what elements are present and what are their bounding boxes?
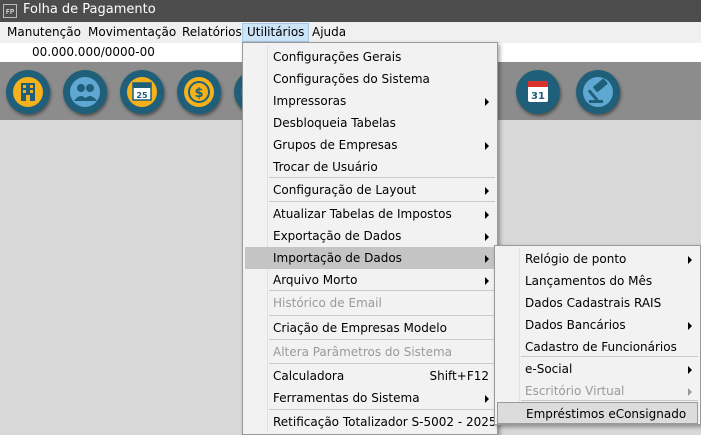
utilitarios-item-label: Exportação de Dados	[273, 229, 402, 243]
chevron-right-icon	[688, 322, 692, 330]
dollar-coin-icon[interactable]: $	[177, 70, 221, 114]
utilitarios-item-label: Configurações Gerais	[273, 50, 402, 64]
utilitarios-item-trocar-de-usuario[interactable]: Trocar de Usuário	[245, 156, 495, 178]
chevron-right-icon	[688, 366, 692, 374]
building-icon[interactable]	[6, 70, 50, 114]
importacao-item-lancamentos-do-mes[interactable]: Lançamentos do Mês	[497, 270, 698, 292]
svg-text:$: $	[194, 86, 203, 101]
menu-ajuda[interactable]: Ajuda	[312, 25, 346, 39]
importacao-item-label: Escritório Virtual	[525, 384, 625, 398]
svg-text:25: 25	[136, 91, 148, 100]
importacao-item-relogio-de-ponto[interactable]: Relógio de ponto	[497, 248, 698, 270]
chevron-right-icon	[485, 233, 489, 241]
importacao-item-label: Empréstimos eConsignado	[526, 407, 687, 421]
utilitarios-item-arquivo-morto[interactable]: Arquivo Morto	[245, 269, 495, 291]
chevron-right-icon	[485, 98, 489, 106]
utilitarios-item-label: Desbloqueia Tabelas	[273, 116, 396, 130]
company-code: 00.000.000/0000-00	[32, 45, 155, 59]
menu-separator	[269, 177, 495, 178]
utilitarios-item-label: Impressoras	[273, 94, 347, 108]
utilitarios-item-label: Importação de Dados	[273, 251, 402, 265]
utilitarios-item-desbloqueia-tabelas[interactable]: Desbloqueia Tabelas	[245, 112, 495, 134]
title-bar: FP Folha de Pagamento	[0, 0, 701, 22]
utilitarios-item-historico-de-email: Histórico de Email	[245, 292, 495, 314]
utilitarios-item-atualizar-tabelas-de-impostos[interactable]: Atualizar Tabelas de Impostos	[245, 203, 495, 225]
importacao-item-label: e-Social	[525, 362, 573, 376]
importacao-item-label: Lançamentos do Mês	[525, 274, 653, 288]
utilitarios-item-importacao-de-dados[interactable]: Importação de Dados	[245, 247, 495, 269]
utilitarios-item-configuracoes-gerais[interactable]: Configurações Gerais	[245, 46, 495, 68]
menu-separator	[269, 409, 495, 410]
menu-separator	[269, 201, 495, 202]
menu-relatorios[interactable]: Relatórios	[182, 25, 242, 39]
chevron-right-icon	[485, 395, 489, 403]
utilitarios-item-criacao-de-empresas-modelo[interactable]: Criação de Empresas Modelo	[245, 317, 495, 339]
utilitarios-item-label: Retificação Totalizador S-5002 - 2025	[273, 415, 497, 429]
importacao-item-dados-bancarios[interactable]: Dados Bancários	[497, 314, 698, 336]
chevron-right-icon	[485, 277, 489, 285]
importacao-item-emprestimos-econsignado[interactable]: Empréstimos eConsignado	[497, 402, 698, 424]
utilitarios-item-label: Arquivo Morto	[273, 273, 358, 287]
utilitarios-item-calculadora[interactable]: Calculadora Shift+F12	[245, 365, 495, 387]
menu-movimentacao[interactable]: Movimentação	[88, 25, 176, 39]
utilitarios-item-configuracoes-do-sistema[interactable]: Configurações do Sistema	[245, 68, 495, 90]
utilitarios-item-label: Altera Parâmetros do Sistema	[273, 345, 453, 359]
importacao-item-dados-cadastrais-rais[interactable]: Dados Cadastrais RAIS	[497, 292, 698, 314]
menu-bar: Manutenção Movimentação Relatórios Utili…	[0, 22, 701, 43]
importacao-item-label: Relógio de ponto	[525, 252, 627, 266]
chevron-right-icon	[485, 211, 489, 219]
chevron-right-icon	[485, 142, 489, 150]
utilitarios-item-exportacao-de-dados[interactable]: Exportação de Dados	[245, 225, 495, 247]
menu-separator	[521, 356, 698, 357]
menu-separator	[521, 400, 698, 401]
importacao-item-label: Dados Cadastrais RAIS	[525, 296, 662, 310]
importacao-submenu: Relógio de ponto Lançamentos do Mês Dados …	[494, 245, 701, 425]
importacao-item-escritorio-virtual: Escritório Virtual	[497, 380, 698, 402]
svg-text:31: 31	[531, 91, 545, 102]
chevron-right-icon	[688, 388, 692, 396]
chevron-right-icon	[485, 187, 489, 195]
menu-separator	[269, 315, 495, 316]
app-icon: FP	[3, 4, 17, 18]
utilitarios-item-retificacao-totalizador-s-5002-2025[interactable]: Retificação Totalizador S-5002 - 2025	[245, 411, 497, 433]
utilitarios-item-label: Atualizar Tabelas de Impostos	[273, 207, 452, 221]
chevron-right-icon	[485, 255, 489, 263]
utilitarios-item-label: Ferramentas do Sistema	[273, 391, 420, 405]
utilitarios-item-label: Criação de Empresas Modelo	[273, 321, 447, 335]
chevron-right-icon	[688, 256, 692, 264]
calendar-31-icon[interactable]: 31	[516, 70, 560, 114]
utilitarios-item-label: Calculadora	[273, 369, 345, 383]
menu-separator	[269, 290, 495, 291]
importacao-item-cadastro-de-funcionarios[interactable]: Cadastro de Funcionários	[497, 336, 698, 358]
importacao-item-e-social[interactable]: e-Social	[497, 358, 698, 380]
menu-utilitarios[interactable]: Utilitários	[242, 23, 310, 42]
utilitarios-item-label: Configuração de Layout	[273, 183, 417, 197]
utilitarios-menu: Configurações Gerais Configurações do Sis…	[242, 42, 498, 435]
menu-separator	[269, 363, 495, 364]
window-title: Folha de Pagamento	[23, 2, 156, 17]
utilitarios-item-impressoras[interactable]: Impressoras	[245, 90, 495, 112]
utilitarios-item-altera-parametros-do-sistema: Altera Parâmetros do Sistema	[245, 341, 495, 363]
users-icon[interactable]	[63, 70, 107, 114]
utilitarios-item-label: Configurações do Sistema	[273, 72, 430, 86]
gavel-icon[interactable]	[576, 70, 620, 114]
menu-manutencao[interactable]: Manutenção	[7, 25, 81, 39]
utilitarios-item-ferramentas-do-sistema[interactable]: Ferramentas do Sistema	[245, 387, 495, 409]
calendar-25-icon[interactable]: 25	[120, 70, 164, 114]
utilitarios-item-label: Trocar de Usuário	[273, 160, 378, 174]
utilitarios-item-configuracao-de-layout[interactable]: Configuração de Layout	[245, 179, 495, 201]
importacao-item-label: Dados Bancários	[525, 318, 626, 332]
menu-separator	[269, 339, 495, 340]
shortcut-label: Shift+F12	[429, 369, 489, 383]
utilitarios-item-grupos-de-empresas[interactable]: Grupos de Empresas	[245, 134, 495, 156]
utilitarios-item-label: Histórico de Email	[273, 296, 382, 310]
importacao-item-label: Cadastro de Funcionários	[525, 340, 677, 354]
utilitarios-item-label: Grupos de Empresas	[273, 138, 398, 152]
